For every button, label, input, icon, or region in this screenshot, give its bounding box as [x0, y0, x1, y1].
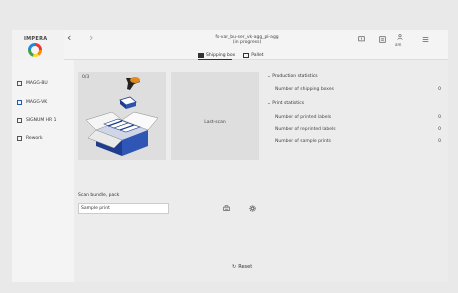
stat-label: Number of reprinted labels [275, 127, 336, 132]
printer-icon[interactable] [223, 205, 230, 214]
scan-instruction: Scan bundle, pack [78, 193, 120, 198]
box-icon [198, 53, 204, 58]
instruction-card: 0/3 [78, 72, 166, 160]
sidebar-item-label: Rework [26, 135, 43, 141]
pallet-icon [243, 53, 250, 58]
stat-row: Number of printed labels 0 [275, 115, 447, 120]
sidebar-item-magg-bu[interactable]: MAGG-BU [17, 78, 48, 88]
sample-print-field[interactable]: Sample print [78, 203, 169, 214]
rework-icon [17, 135, 22, 141]
last-scan-card: Last-scan [171, 72, 259, 160]
tab-pallet[interactable]: Pallet [243, 51, 264, 60]
sidebar-item-label: SIGNUM HR 1 [26, 117, 57, 123]
station-icon [17, 80, 22, 86]
last-scan-label: Last-scan [204, 120, 226, 125]
menu-icon[interactable] [422, 36, 429, 45]
station-icon [17, 99, 22, 105]
sidebar: MAGG-BU MAGG-VK SIGNUM HR 1 Rework [12, 60, 74, 282]
gear-icon[interactable] [249, 205, 256, 214]
sidebar-item-label: MAGG-VK [26, 99, 48, 105]
tab-label: Shipping box [206, 53, 236, 58]
packing-illustration [85, 77, 159, 156]
reset-button[interactable]: ↻ Reset [232, 264, 252, 270]
stat-label: Number of sample prints [275, 139, 331, 144]
stat-value: 0 [438, 87, 441, 92]
tab-label: Pallet [251, 53, 264, 58]
user-label: am [395, 42, 402, 47]
chat-icon[interactable] [358, 36, 365, 45]
circle-logo-icon [28, 43, 42, 57]
stat-value: 0 [438, 127, 441, 132]
sidebar-item-signum-hr-1[interactable]: SIGNUM HR 1 [17, 115, 56, 125]
production-statistics-heading: ⌄ Production statistics [267, 74, 318, 79]
stat-value: 0 [438, 139, 441, 144]
chevron-right-icon[interactable]: › [89, 31, 93, 44]
heading-label: Production statistics [272, 74, 318, 79]
stat-row: Number of shipping boxes 0 [275, 87, 447, 92]
station-icon [17, 117, 22, 123]
brand-name: IMPERA [24, 36, 48, 42]
header-bar: IMPERA ‹ › fs-var_bu-ser_vk-agg_pl-agg (… [12, 30, 448, 60]
print-statistics-heading: ⌄ Print statistics [267, 101, 305, 106]
app-window: IMPERA ‹ › fs-var_bu-ser_vk-agg_pl-agg (… [12, 30, 448, 282]
stat-row: Number of sample prints 0 [275, 139, 447, 144]
refresh-icon: ↻ [232, 264, 237, 270]
user-icon[interactable] [397, 34, 403, 42]
sidebar-item-rework[interactable]: Rework [17, 133, 43, 143]
stat-row: Number of reprinted labels 0 [275, 127, 447, 132]
pack-counter: 0/3 [82, 75, 90, 80]
chevron-left-icon[interactable]: ‹ [67, 31, 71, 44]
stat-label: Number of printed labels [275, 115, 332, 120]
heading-label: Print statistics [272, 101, 305, 106]
sidebar-item-label: MAGG-BU [26, 80, 48, 86]
brand: IMPERA [12, 30, 64, 60]
stat-label: Number of shipping boxes [275, 87, 334, 92]
sidebar-item-magg-vk[interactable]: MAGG-VK [17, 97, 47, 107]
stat-value: 0 [438, 115, 441, 120]
main-panel: 0/3 Last-scan Scan bundle, pack Sample p… [74, 60, 448, 282]
page-status: (in progress) [232, 40, 262, 45]
print-icon[interactable] [379, 36, 386, 45]
reset-label: Reset [238, 264, 253, 270]
